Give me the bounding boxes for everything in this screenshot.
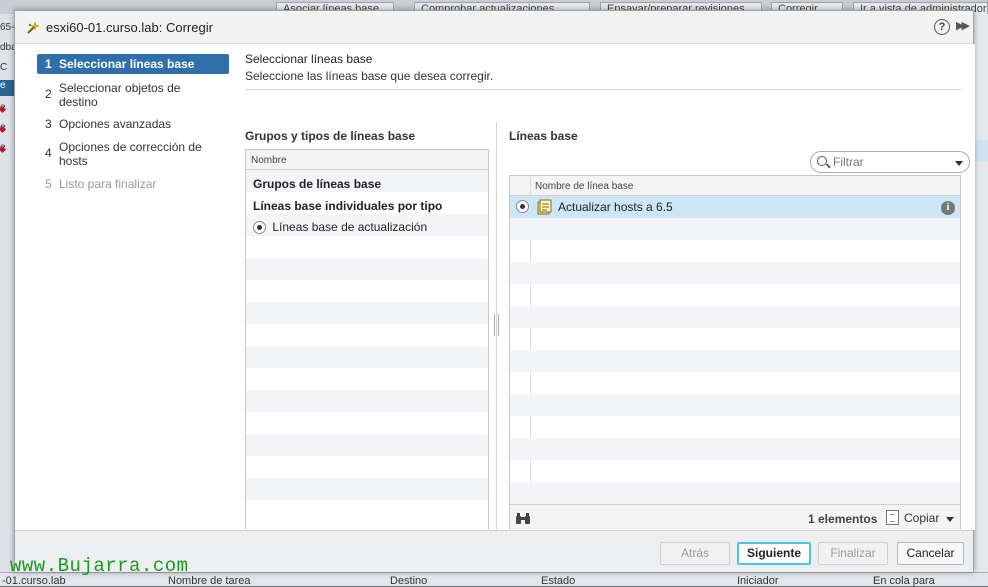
groups-list: Nombre Grupos de líneas base Líneas base… xyxy=(245,149,489,532)
step-label: Seleccionar objetos de destino xyxy=(59,81,181,109)
watermark-text: www.Bujarra.com xyxy=(10,555,189,577)
baselines-grid: Nombre de línea base Actualizar hosts a … xyxy=(509,175,961,532)
next-button[interactable]: Siguiente xyxy=(737,542,811,565)
cancel-button[interactable]: Cancelar xyxy=(897,542,964,565)
step-label: Opciones de corrección de hosts xyxy=(59,140,202,168)
page-subtitle: Seleccione las líneas base que desea cor… xyxy=(245,69,494,83)
filter-box[interactable] xyxy=(810,151,970,173)
bg-tree-item-alert: e xyxy=(0,122,14,138)
step-select-targets[interactable]: 2 Seleccionar objetos de destino xyxy=(37,78,229,109)
bg-highlight-row xyxy=(974,140,988,162)
step-label: Seleccionar líneas base xyxy=(59,57,195,71)
page-title: Seleccionar líneas base xyxy=(245,52,373,66)
bg-col-queued: En cola para xyxy=(873,575,935,587)
bg-tree-item-alert: e xyxy=(0,102,14,118)
step-label: Opciones avanzadas xyxy=(59,117,172,131)
wizard-content: Seleccionar líneas base Seleccione las l… xyxy=(239,44,975,532)
baselines-pane-title: Líneas base xyxy=(509,129,578,143)
bg-col-initiator: Iniciador xyxy=(737,575,779,587)
header-divider xyxy=(245,89,961,90)
grid-footer: 1 elementos Copiar xyxy=(510,504,960,531)
step-ready-to-complete: 5 Listo para finalizar xyxy=(37,174,229,194)
binoculars-icon[interactable] xyxy=(515,512,531,525)
chevron-down-icon[interactable] xyxy=(955,161,963,166)
group-header-individual-baselines: Líneas base individuales por tipo xyxy=(253,199,443,213)
bg-tree-item: C xyxy=(0,62,8,73)
table-row-selected[interactable]: Actualizar hosts a 6.5 i xyxy=(510,196,960,218)
column-label: Nombre xyxy=(251,155,287,166)
step-select-baselines[interactable]: 1 Seleccionar líneas base xyxy=(37,54,229,74)
copy-icon xyxy=(886,510,899,525)
step-advanced-options[interactable]: 3 Opciones avanzadas xyxy=(37,114,229,134)
groups-pane-title: Grupos y tipos de líneas base xyxy=(245,129,416,143)
row-label: Actualizar hosts a 6.5 xyxy=(558,200,673,214)
baselines-column-header[interactable]: Nombre de línea base xyxy=(510,176,960,196)
radio-selected[interactable] xyxy=(253,221,266,235)
back-button[interactable]: Atrás xyxy=(660,542,730,565)
finish-button[interactable]: Finalizar xyxy=(818,542,888,565)
bg-col-target: Destino xyxy=(390,575,428,587)
background-right-panel xyxy=(974,14,988,574)
background-inventory-tree: 65- dba C e e e e xyxy=(0,14,14,574)
dialog-title: esxi60-01.curso.lab: Corregir xyxy=(46,20,213,35)
item-count: 1 elementos xyxy=(808,512,878,526)
search-icon xyxy=(817,156,827,166)
help-icon[interactable]: ? xyxy=(934,19,950,35)
copy-label: Copiar xyxy=(904,511,940,525)
list-item-upgrade-baselines[interactable]: Líneas base de actualización xyxy=(253,220,428,235)
radio-selected[interactable] xyxy=(516,200,529,213)
splitter-handle[interactable] xyxy=(494,314,499,336)
step-number: 1 xyxy=(45,57,52,71)
bg-tree-item: 65- xyxy=(0,22,14,33)
list-item-label: Líneas base de actualización xyxy=(272,220,428,234)
step-number: 2 xyxy=(45,87,52,101)
bg-tree-item: dba xyxy=(0,42,14,53)
chevron-down-icon xyxy=(946,517,954,522)
step-label: Listo para finalizar xyxy=(59,177,157,191)
step-number: 3 xyxy=(45,117,52,131)
remediate-dialog: esxi60-01.curso.lab: Corregir ? ▶▶ 1 Sel… xyxy=(14,10,975,572)
bg-tree-item-alert: e xyxy=(0,142,14,158)
groups-column-header[interactable]: Nombre xyxy=(246,150,488,170)
dialog-titlebar: esxi60-01.curso.lab: Corregir ? ▶▶ xyxy=(15,11,973,44)
bg-tree-item-selected: e xyxy=(0,80,14,96)
baseline-icon xyxy=(537,199,552,215)
filter-input[interactable] xyxy=(833,155,943,169)
step-host-remediation-options[interactable]: 4 Opciones de corrección de hosts xyxy=(37,137,229,168)
step-number: 4 xyxy=(45,146,52,160)
bg-col-state: Estado xyxy=(541,575,576,587)
expand-icon[interactable]: ▶▶ xyxy=(956,19,970,32)
step-number: 5 xyxy=(45,177,52,191)
column-label: Nombre de línea base xyxy=(535,181,634,192)
group-header-baseline-groups: Grupos de líneas base xyxy=(253,177,382,191)
wizard-icon xyxy=(27,21,40,34)
wizard-steps: 1 Seleccionar líneas base 2 Seleccionar … xyxy=(15,44,239,530)
info-icon[interactable]: i xyxy=(941,201,955,215)
